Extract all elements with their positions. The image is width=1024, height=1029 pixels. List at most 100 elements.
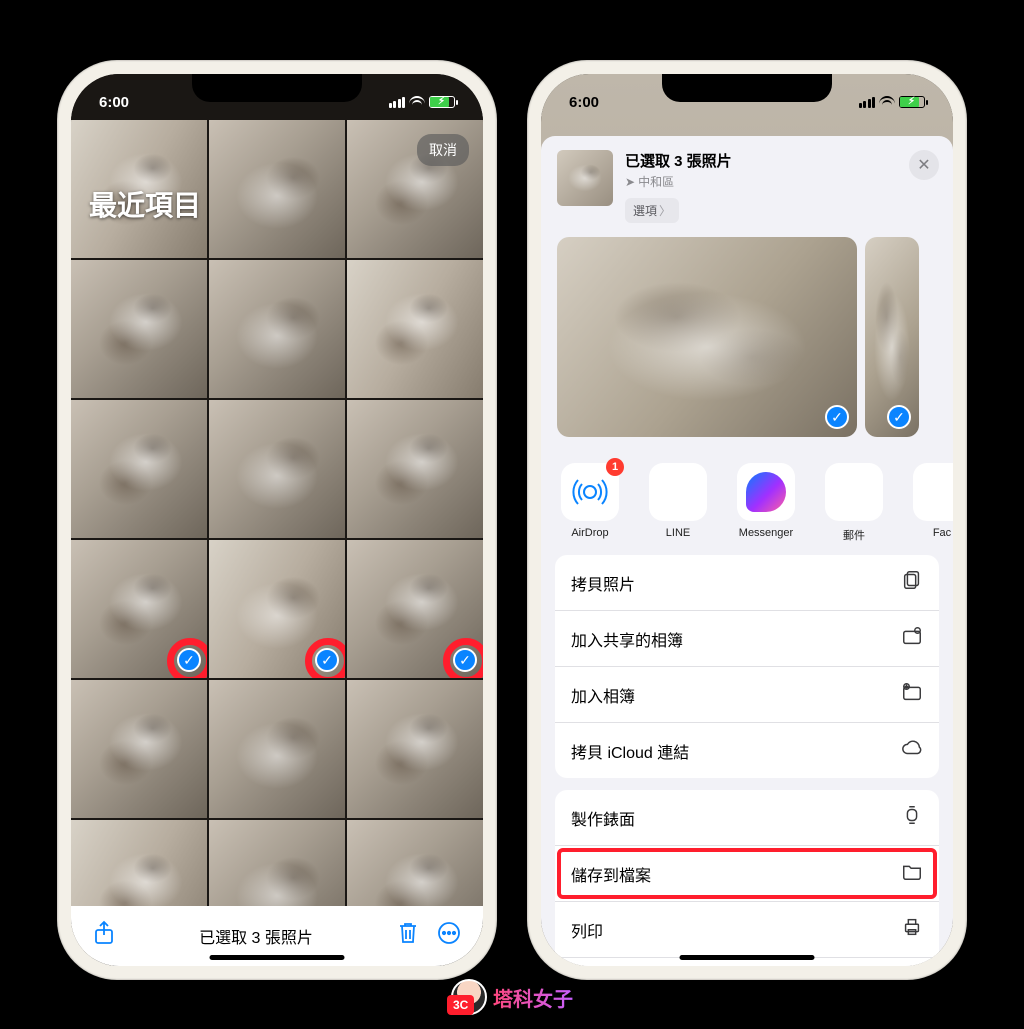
- action-copy[interactable]: 拷貝照片: [555, 555, 939, 611]
- status-time: 6:00: [99, 94, 129, 111]
- watermark-avatar: 3C: [451, 979, 487, 1015]
- screen: 6:00 ⚡︎ 已選取 3 張照片 ➤ 中和區: [541, 74, 953, 966]
- action-label: 拷貝 iCloud 連結: [571, 739, 689, 763]
- share-icon[interactable]: [93, 920, 115, 952]
- cell-signal-icon: [859, 97, 876, 108]
- action-label: 拷貝照片: [571, 571, 635, 595]
- highlight-ring: [167, 638, 207, 678]
- share-app-fb[interactable]: Fac: [903, 463, 953, 543]
- cancel-button[interactable]: 取消: [417, 134, 469, 166]
- preview-row[interactable]: ✓ ✓: [541, 233, 953, 451]
- app-label: AirDrop: [551, 527, 629, 539]
- folder-icon: [901, 860, 923, 887]
- msgr-icon: [737, 463, 795, 521]
- notch: [192, 74, 362, 102]
- watch-icon: [901, 804, 923, 831]
- app-label: 郵件: [815, 527, 893, 543]
- printer-icon: [901, 916, 923, 943]
- phone-left: 6:00 ⚡︎ 取消 最近項目 ✓✓✓ 已選取 3 張照片: [57, 60, 497, 980]
- status-right: ⚡︎: [389, 96, 456, 108]
- share-thumbnail: [557, 150, 613, 206]
- copy-icon: [901, 569, 923, 596]
- share-app-mail[interactable]: 郵件: [815, 463, 893, 543]
- chevron-right-icon: 〉: [659, 202, 671, 219]
- action-label: 列印: [571, 918, 603, 942]
- photo-thumb[interactable]: ✓: [347, 540, 483, 678]
- photo-thumb[interactable]: [347, 400, 483, 538]
- photo-thumb[interactable]: [71, 400, 207, 538]
- action-label: 加入相簿: [571, 683, 635, 707]
- photo-thumb[interactable]: [209, 680, 345, 818]
- photo-thumb[interactable]: [209, 260, 345, 398]
- share-title: 已選取 3 張照片: [625, 150, 732, 171]
- home-indicator[interactable]: [210, 955, 345, 960]
- options-button[interactable]: 選項 〉: [625, 198, 679, 223]
- selection-count: 已選取 3 張照片: [199, 924, 313, 948]
- add-album-icon: [901, 681, 923, 708]
- home-indicator[interactable]: [680, 955, 815, 960]
- watermark-tag: 3C: [447, 995, 474, 1015]
- photos-screen: 取消 最近項目 ✓✓✓ 已選取 3 張照片: [71, 74, 483, 966]
- album-title: 最近項目: [89, 184, 201, 224]
- photo-grid[interactable]: ✓✓✓: [71, 120, 483, 906]
- notch: [662, 74, 832, 102]
- action-group-1: 拷貝照片加入共享的相簿加入相簿拷貝 iCloud 連結: [555, 555, 939, 778]
- photo-thumb[interactable]: ✓: [209, 540, 345, 678]
- phone-right: 6:00 ⚡︎ 已選取 3 張照片 ➤ 中和區: [527, 60, 967, 980]
- share-header: 已選取 3 張照片 ➤ 中和區 選項 〉 ✕: [541, 136, 953, 233]
- more-icon[interactable]: [437, 921, 461, 951]
- wifi-icon: [879, 96, 895, 108]
- photo-thumb[interactable]: [209, 120, 345, 258]
- action-label: 加入共享的相簿: [571, 627, 683, 651]
- photo-thumb[interactable]: [347, 680, 483, 818]
- action-add-album[interactable]: 加入相簿: [555, 667, 939, 723]
- battery-icon: ⚡︎: [429, 96, 455, 108]
- action-group-2: 製作錶面儲存到檔案列印加入新的快速備忘錄: [555, 790, 939, 966]
- photo-thumb[interactable]: ✓: [71, 540, 207, 678]
- action-label: 製作錶面: [571, 806, 635, 830]
- trash-icon[interactable]: [397, 921, 419, 951]
- fb-icon: [913, 463, 953, 521]
- share-sheet-backdrop: 已選取 3 張照片 ➤ 中和區 選項 〉 ✕: [541, 74, 953, 966]
- share-sheet: 已選取 3 張照片 ➤ 中和區 選項 〉 ✕: [541, 136, 953, 966]
- airdrop-icon: 1: [561, 463, 619, 521]
- share-app-line[interactable]: LINE LINE: [639, 463, 717, 543]
- watermark: 3C 塔科女子: [451, 979, 573, 1015]
- close-button[interactable]: ✕: [909, 150, 939, 180]
- action-list: 拷貝照片加入共享的相簿加入相簿拷貝 iCloud 連結 製作錶面儲存到檔案列印 加…: [541, 549, 953, 966]
- selected-check-icon: ✓: [887, 405, 911, 429]
- share-location: ➤ 中和區: [625, 173, 732, 190]
- highlight-ring: [443, 638, 483, 678]
- icloud-icon: [901, 737, 923, 764]
- shared-album-icon: [901, 625, 923, 652]
- action-icloud[interactable]: 拷貝 iCloud 連結: [555, 723, 939, 778]
- app-label: LINE: [639, 527, 717, 539]
- photo-thumb[interactable]: [71, 260, 207, 398]
- share-app-airdrop[interactable]: 1 AirDrop: [551, 463, 629, 543]
- photo-thumb[interactable]: [209, 400, 345, 538]
- app-label: Messenger: [727, 527, 805, 539]
- screen: 6:00 ⚡︎ 取消 最近項目 ✓✓✓ 已選取 3 張照片: [71, 74, 483, 966]
- action-label: 儲存到檔案: [571, 862, 651, 886]
- wifi-icon: [409, 96, 425, 108]
- action-printer[interactable]: 列印: [555, 902, 939, 958]
- photo-thumb[interactable]: [71, 680, 207, 818]
- action-watch[interactable]: 製作錶面: [555, 790, 939, 846]
- status-right: ⚡︎: [859, 96, 926, 108]
- watermark-text: 塔科女子: [493, 983, 573, 1012]
- close-icon: ✕: [917, 155, 930, 175]
- location-arrow-icon: ➤: [625, 175, 635, 189]
- app-label: Fac: [903, 527, 953, 539]
- action-shared-album[interactable]: 加入共享的相簿: [555, 611, 939, 667]
- preview-thumb[interactable]: ✓: [865, 237, 919, 437]
- share-app-msgr[interactable]: Messenger: [727, 463, 805, 543]
- line-icon: LINE: [649, 463, 707, 521]
- status-time: 6:00: [569, 94, 599, 111]
- preview-thumb[interactable]: ✓: [557, 237, 857, 437]
- selected-check-icon: ✓: [825, 405, 849, 429]
- cell-signal-icon: [389, 97, 406, 108]
- mail-icon: [825, 463, 883, 521]
- photo-thumb[interactable]: [347, 260, 483, 398]
- share-apps-row[interactable]: 1 AirDrop LINE LINE Messenger 郵件 Fac: [541, 451, 953, 549]
- action-folder[interactable]: 儲存到檔案: [555, 846, 939, 902]
